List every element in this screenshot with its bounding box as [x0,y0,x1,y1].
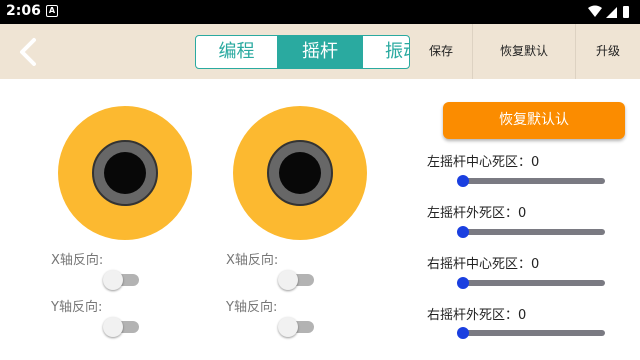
right-joystick-ring [267,140,333,206]
slider-track [461,178,605,184]
signal-icon [606,7,617,18]
right-joystick[interactable] [233,106,367,240]
back-arrow-icon [20,38,36,66]
slider-thumb[interactable] [457,175,469,187]
right-x-invert-toggle[interactable] [278,270,314,290]
back-button[interactable] [12,34,48,70]
left-joystick[interactable] [58,106,192,240]
right-y-invert-toggle[interactable] [278,317,314,337]
slider-track [461,229,605,235]
action-menu: 保存 恢复默认 升级 [410,24,640,79]
left-y-invert-label: Y轴反向: [51,300,103,315]
toggle-thumb [103,270,123,290]
left-y-invert-toggle[interactable] [103,317,139,337]
status-bar: 2:06 A [0,0,640,24]
slider-track [461,280,605,286]
right-x-invert-label: X轴反向: [226,253,279,268]
left-outer-deadzone-label: 左摇杆外死区：0 [427,206,527,221]
upgrade-button[interactable]: 升级 [576,24,640,79]
right-y-invert-label: Y轴反向: [226,300,278,315]
restore-default-menu-button[interactable]: 恢复默认 [472,24,576,79]
slider-thumb[interactable] [457,226,469,238]
mode-tabs: 编程 摇杆 振动 [195,35,410,69]
slider-track [461,330,605,336]
right-outer-deadzone-label: 右摇杆外死区：0 [427,308,527,323]
header-bar: 编程 摇杆 振动 保存 恢复默认 升级 [0,24,640,79]
left-x-invert-label: X轴反向: [51,253,104,268]
left-joystick-ring [92,140,158,206]
status-icons [588,5,629,18]
toggle-thumb [278,317,298,337]
restore-default-button[interactable]: 恢复默认认 [443,102,625,139]
right-joystick-knob[interactable] [279,152,321,194]
right-outer-deadzone-slider[interactable] [457,327,605,339]
toggle-thumb [278,270,298,290]
right-center-deadzone-label: 右摇杆中心死区：0 [427,257,540,272]
right-center-deadzone-slider[interactable] [457,277,605,289]
tab-vibration[interactable]: 振动 [362,36,409,68]
slider-thumb[interactable] [457,277,469,289]
status-time: 2:06 [6,3,41,19]
left-x-invert-toggle[interactable] [103,270,139,290]
left-outer-deadzone-slider[interactable] [457,226,605,238]
save-button[interactable]: 保存 [410,24,472,79]
battery-icon [623,6,629,18]
app-screen: 2:06 A 编程 摇杆 振动 保存 恢复默认 升级 X轴反向: [0,0,640,360]
left-joystick-knob[interactable] [104,152,146,194]
left-center-deadzone-slider[interactable] [457,175,605,187]
slider-thumb[interactable] [457,327,469,339]
wifi-icon [588,5,602,17]
tab-programming[interactable]: 编程 [196,36,278,68]
left-center-deadzone-label: 左摇杆中心死区：0 [427,155,540,170]
notification-icon: A [46,5,58,17]
tab-joystick[interactable]: 摇杆 [278,36,362,68]
toggle-thumb [103,317,123,337]
